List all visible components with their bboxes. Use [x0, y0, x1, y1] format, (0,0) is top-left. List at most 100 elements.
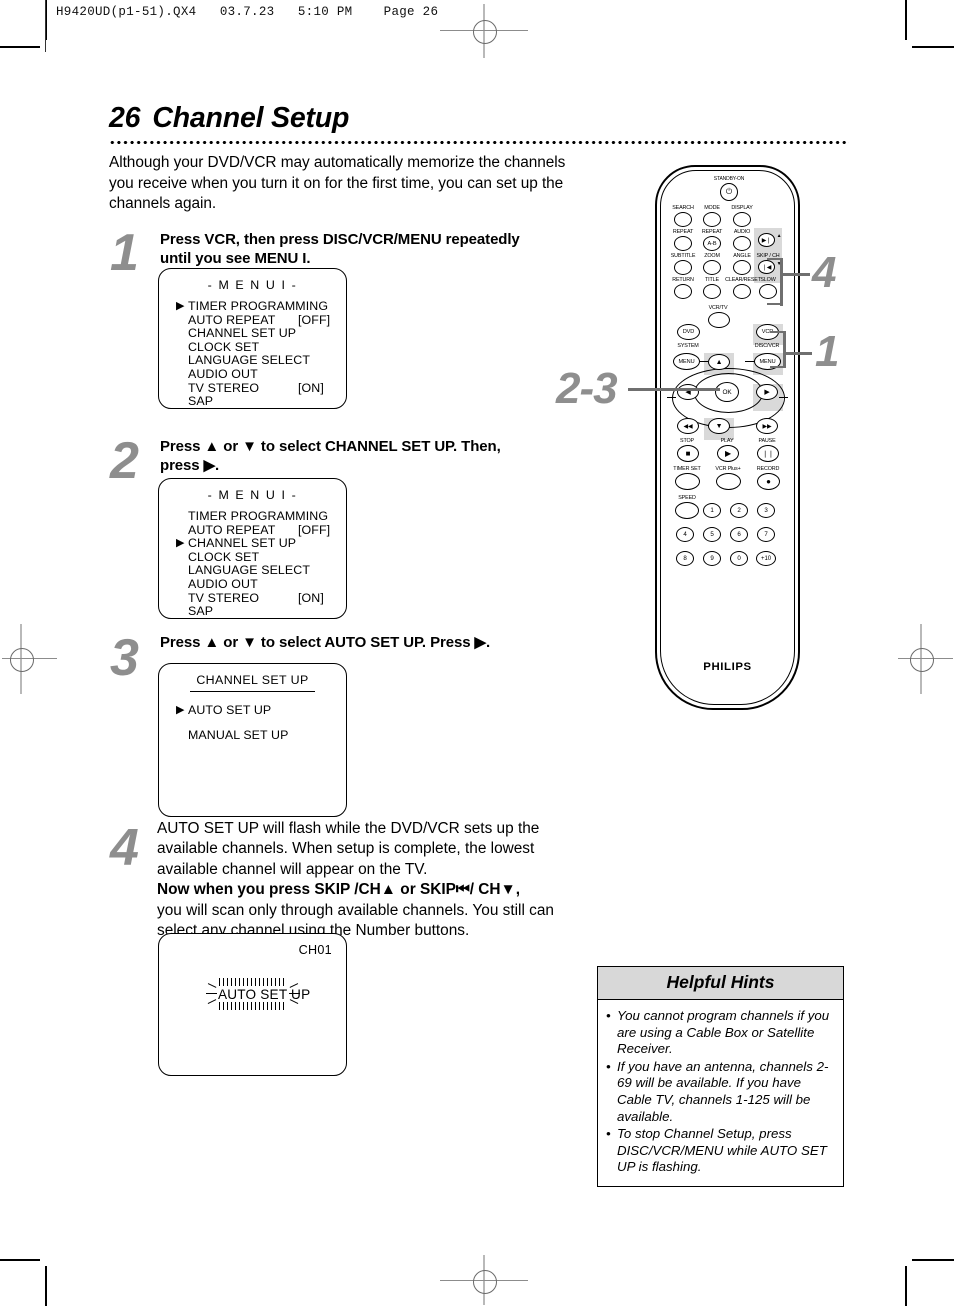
screen-channel-set-up-title: CHANNEL SET UP [196, 673, 309, 687]
step-3-line-1: Press ▲ or ▼ to select AUTO SET UP. Pres… [160, 634, 491, 651]
callout-1-leader-tick-top [770, 331, 785, 334]
helpful-hints-title: Helpful Hints [598, 967, 843, 1000]
screen-menu-2-list: TIMER PROGRAMMING AUTO REPEAT [OFF] ▶ CHAN… [176, 509, 330, 619]
bullet-icon: • [606, 1008, 611, 1023]
subtitle-button[interactable] [674, 260, 692, 275]
step-1-line-1: Press VCR, then press DISC/VCR/MENU repe… [160, 231, 520, 248]
step-number-3: 3 [110, 629, 139, 687]
step-number-1: 1 [110, 224, 139, 282]
crop-mark-top-right-v [905, 0, 907, 40]
title-button[interactable] [703, 284, 721, 299]
menu-item-sap: SAP [188, 604, 214, 619]
display-label: DISPLAY [731, 205, 753, 211]
hint-text: If you have an antenna, channels 2-69 wi… [617, 1058, 829, 1124]
chevron-up-icon: ▲ [715, 358, 723, 366]
step-2-line-2: press ▶. [160, 457, 220, 474]
repeat-ab-button[interactable]: A-B [703, 236, 721, 251]
number-3-button[interactable]: 3 [757, 503, 775, 518]
play-button[interactable]: ▶ [717, 445, 739, 462]
display-button[interactable] [733, 212, 751, 227]
pause-label: PAUSE [758, 438, 776, 444]
number-1-button[interactable]: 1 [703, 503, 721, 518]
slow-button[interactable] [759, 284, 777, 299]
number-7-label: 7 [764, 531, 768, 538]
skip-next-icon: ▶❘ [761, 237, 772, 244]
rewind-button[interactable]: ◀◀ [677, 418, 699, 434]
nav-left-button[interactable]: ◀ [677, 384, 699, 400]
cursor-arrow-icon: ▶ [176, 537, 185, 550]
callout-1-leader-tick-bottom [770, 366, 785, 369]
system-menu-button[interactable]: MENU [673, 353, 700, 370]
ok-button[interactable]: OK [715, 382, 739, 402]
crop-mark-top-right-h [912, 46, 954, 48]
step-4-instruction: AUTO SET UP will flash while the DVD/VCR… [157, 819, 577, 941]
flash-graphic: AUTO SET UP [206, 978, 310, 1010]
power-icon: ⏻ [725, 187, 733, 196]
skip-next-button[interactable]: ▶❘ [758, 233, 775, 247]
number-2-label: 2 [737, 507, 741, 514]
crop-mark-bottom-left-v [45, 1266, 47, 1306]
step-2-line-1: Press ▲ or ▼ to select CHANNEL SET UP. T… [160, 438, 501, 455]
vcr-tv-button[interactable] [708, 312, 730, 328]
vcr-tv-label: VCR/TV [708, 305, 728, 311]
pause-button[interactable]: ❘❘ [757, 445, 779, 462]
timer-set-label: TIMER SET [673, 466, 701, 472]
screen-menu-2: - M E N U I - TIMER PROGRAMMING AUTO REP… [158, 478, 347, 619]
angle-button[interactable] [733, 260, 751, 275]
nav-connector-right [745, 361, 754, 362]
callout-4-leader-h [782, 273, 810, 276]
vcr-plus-button[interactable] [716, 473, 741, 490]
skip-prev-button[interactable]: ❘◀ [758, 260, 775, 274]
number-4-button[interactable]: 4 [676, 527, 694, 542]
stop-button[interactable]: ■ [677, 445, 699, 462]
nav-right-button[interactable]: ▶ [756, 384, 778, 400]
audio-button[interactable] [733, 236, 751, 251]
return-label: RETURN [672, 277, 694, 283]
file-stamp: H9420UD(p1-51).QX4 03.7.23 5:10 PM Page … [56, 5, 439, 19]
fast-forward-button[interactable]: ▶▶ [756, 418, 778, 434]
standby-on-button[interactable]: ⏻ [720, 183, 738, 201]
number-0-button[interactable]: 0 [730, 551, 748, 566]
page-number: 26 [109, 102, 141, 134]
fast-forward-icon: ▶▶ [762, 423, 772, 430]
stop-icon: ■ [685, 449, 691, 458]
step-number-2: 2 [110, 432, 139, 490]
hint-item: • If you have an antenna, channels 2-69 … [606, 1059, 834, 1125]
clear-reset-button[interactable] [733, 284, 751, 299]
number-6-button[interactable]: 6 [730, 527, 748, 542]
mode-button[interactable] [703, 212, 721, 227]
return-button[interactable] [674, 284, 692, 299]
repeat-button[interactable] [674, 236, 692, 251]
screen-menu-1-title: - M E N U I - [207, 278, 298, 292]
zoom-label: ZOOM [704, 253, 720, 259]
number-6-label: 6 [737, 531, 741, 538]
dotted-rule [109, 141, 849, 144]
number-plus-10-button[interactable]: +10 [756, 551, 776, 566]
search-button[interactable] [674, 212, 692, 227]
stop-label: STOP [680, 438, 694, 444]
record-button[interactable]: ● [757, 473, 780, 490]
page-title-text: Channel Setup [152, 102, 350, 134]
number-2-button[interactable]: 2 [730, 503, 748, 518]
number-7-button[interactable]: 7 [757, 527, 775, 542]
screen-channel-set-up-list: ▶ AUTO SET UP MANUAL SET UP [176, 698, 289, 748]
nav-up-button[interactable]: ▲ [708, 354, 730, 370]
bullet-icon: • [606, 1126, 611, 1142]
timer-set-button[interactable] [675, 473, 700, 490]
hint-text: To stop Channel Setup, press DISC/VCR/ME… [617, 1126, 827, 1175]
nav-down-button[interactable]: ▼ [708, 418, 730, 434]
speed-button[interactable] [675, 502, 699, 519]
cursor-arrow-icon: ▶ [176, 704, 185, 716]
zoom-button[interactable] [703, 260, 721, 275]
repeat-ab-label: REPEAT [701, 229, 723, 235]
ab-label: A-B [707, 240, 717, 247]
dvd-button[interactable]: DVD [677, 324, 700, 340]
number-5-button[interactable]: 5 [703, 527, 721, 542]
menu-item-manual-set-up: MANUAL SET UP [188, 728, 289, 742]
screen-menu-2-title: - M E N U I - [207, 488, 298, 502]
number-8-button[interactable]: 8 [676, 551, 694, 566]
helpful-hints-body: • You cannot program channels if you are… [598, 1000, 843, 1186]
record-icon: ● [766, 477, 771, 486]
number-9-button[interactable]: 9 [703, 551, 721, 566]
screen-title-underline [190, 691, 315, 693]
